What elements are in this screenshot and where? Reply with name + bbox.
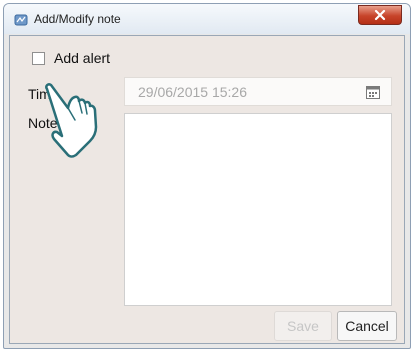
- time-value: 29/06/2015 15:26: [138, 84, 247, 100]
- add-alert-checkbox[interactable]: [32, 52, 45, 65]
- window-title: Add/Modify note: [34, 12, 121, 26]
- save-button[interactable]: Save: [274, 311, 332, 341]
- close-button[interactable]: [358, 5, 402, 25]
- time-input[interactable]: 29/06/2015 15:26: [124, 77, 392, 106]
- app-icon: [14, 14, 28, 26]
- note-textarea[interactable]: [124, 113, 392, 306]
- cancel-button[interactable]: Cancel: [337, 311, 397, 341]
- hand-pointer-icon: [45, 83, 98, 158]
- title-bar: Add/Modify note: [4, 4, 410, 34]
- dialog-content: Add alert Tim 29/06/2015 15:26 Note Save…: [9, 35, 405, 344]
- calendar-icon[interactable]: [366, 86, 380, 99]
- close-icon: [374, 9, 386, 21]
- add-alert-label[interactable]: Add alert: [54, 50, 110, 66]
- dialog-window: Add/Modify note Add alert Tim 29/06/2015…: [3, 3, 411, 349]
